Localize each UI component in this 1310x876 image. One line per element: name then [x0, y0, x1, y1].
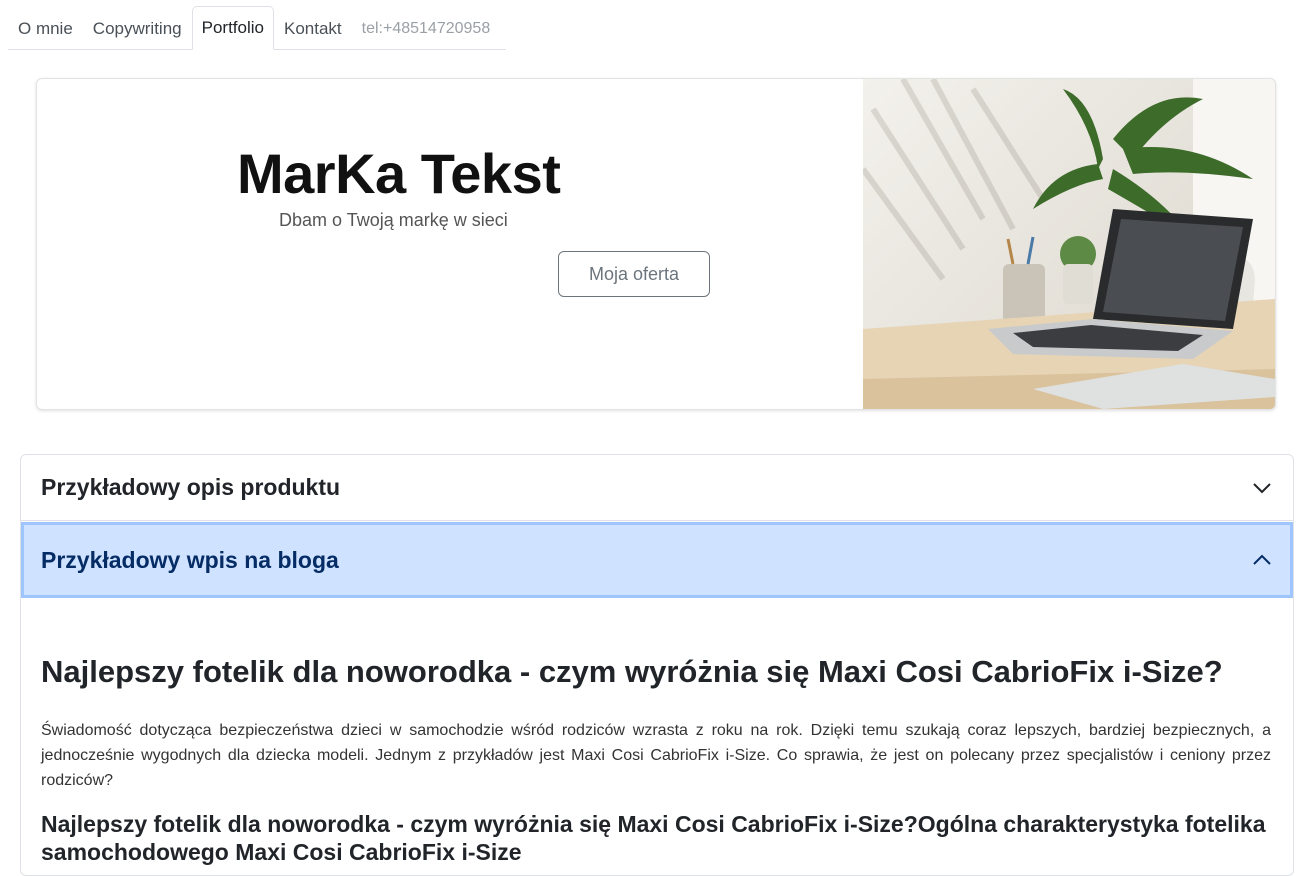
hero-title: MarKa Tekst: [237, 142, 561, 205]
chevron-down-icon: [1253, 482, 1271, 493]
accordion-label: Przykładowy wpis na bloga: [41, 546, 339, 573]
desk-laptop-illustration: [863, 79, 1275, 409]
hero-image: [863, 79, 1275, 409]
accordion-item-product-description[interactable]: Przykładowy opis produktu: [21, 455, 1293, 521]
offer-button[interactable]: Moja oferta: [558, 251, 710, 297]
phone-link[interactable]: tel:+48514720958: [352, 6, 501, 50]
tab-copywriting[interactable]: Copywriting: [83, 6, 192, 50]
nav-tabs: O mnie Copywriting Portfolio Kontakt tel…: [8, 6, 506, 50]
tab-kontakt[interactable]: Kontakt: [274, 6, 352, 50]
accordion-label: Przykładowy opis produktu: [41, 474, 341, 500]
tab-portfolio[interactable]: Portfolio: [191, 6, 274, 50]
article-paragraph: Świadomość dotycząca bezpieczeństwa dzie…: [41, 722, 1271, 789]
chevron-up-icon: [1253, 554, 1271, 565]
hero-card: MarKa Tekst Dbam o Twoją markę w sieci M…: [36, 78, 1276, 410]
article-subheading: Najlepszy fotelik dla noworodka - czym w…: [41, 811, 1266, 865]
tab-o-mnie[interactable]: O mnie: [8, 6, 83, 50]
accordion-item-blog-post[interactable]: Przykładowy wpis na bloga: [21, 522, 1293, 598]
article-title: Najlepszy fotelik dla noworodka - czym w…: [41, 654, 1223, 689]
hero-subtitle: Dbam o Twoją markę w sieci: [279, 210, 508, 230]
portfolio-accordion: Przykładowy opis produktu Przykładowy wp…: [20, 454, 1294, 876]
